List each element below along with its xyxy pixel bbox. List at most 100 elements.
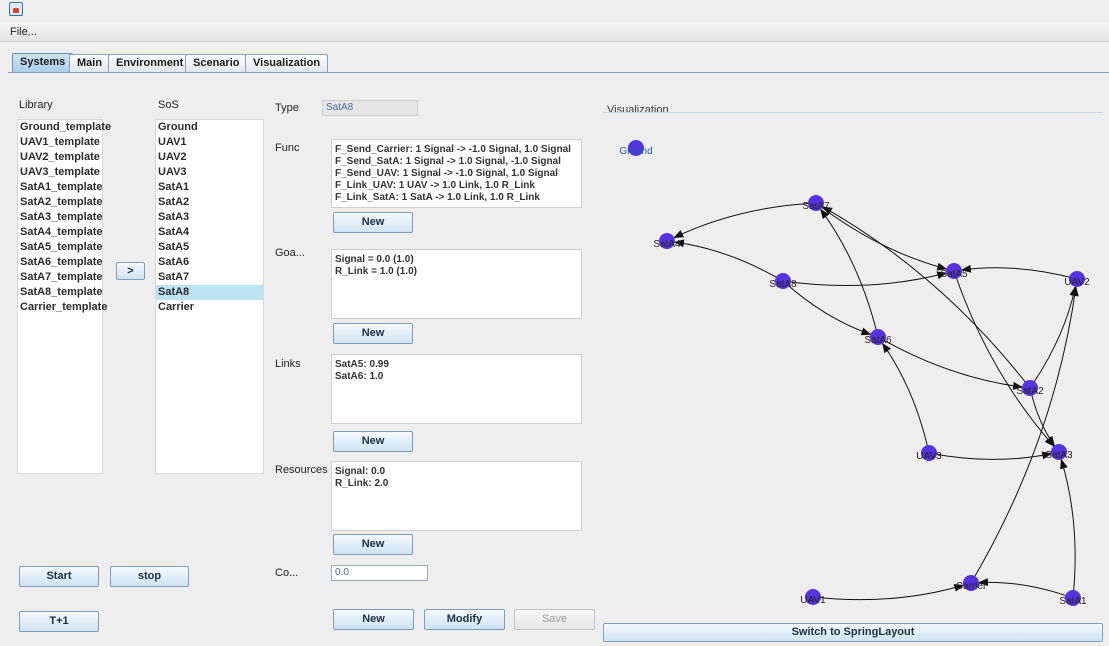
graph-edge bbox=[1029, 285, 1078, 389]
list-item[interactable]: SatA6_template bbox=[18, 255, 103, 270]
graph-edge bbox=[820, 208, 879, 338]
graph-edge bbox=[815, 202, 948, 271]
func-label: Func bbox=[275, 142, 300, 154]
sos-list[interactable]: Ground UAV1 UAV2 UAV3 SatA1 SatA2 SatA3 SatA4 Sa… bbox=[155, 119, 264, 474]
graph-node-label: SatA4 bbox=[653, 239, 681, 250]
list-item[interactable]: UAV3 bbox=[156, 165, 263, 180]
switch-layout-button[interactable]: Switch to SpringLayout bbox=[603, 623, 1103, 642]
resources-textarea[interactable]: Signal: 0.0 R_Link: 2.0 bbox=[331, 461, 582, 531]
graph-node-label: Ground bbox=[619, 146, 652, 157]
type-field: SatA8 bbox=[322, 100, 418, 116]
tab-scenario[interactable]: Scenario bbox=[185, 54, 248, 72]
graph-edge bbox=[1060, 458, 1076, 599]
list-item[interactable]: SatA7 bbox=[156, 270, 263, 285]
func-textarea[interactable]: F_Send_Carrier: 1 Signal -> -1.0 Signal,… bbox=[331, 139, 582, 208]
modify-button[interactable]: Modify bbox=[424, 609, 505, 630]
java-app-icon bbox=[9, 2, 23, 16]
func-new-button[interactable]: New bbox=[333, 212, 413, 233]
text-line: R_Link = 1.0 (1.0) bbox=[335, 266, 417, 277]
list-item[interactable]: SatA1 bbox=[156, 180, 263, 195]
stop-button[interactable]: stop bbox=[110, 566, 189, 587]
graph-edge bbox=[882, 342, 930, 454]
tab-main[interactable]: Main bbox=[69, 54, 111, 72]
list-item[interactable]: SatA1_template bbox=[18, 180, 103, 195]
graph-edge bbox=[960, 264, 1078, 280]
list-item[interactable]: SatA2 bbox=[156, 195, 263, 210]
graph-node-label: SatA5 bbox=[940, 269, 968, 280]
list-item[interactable]: SatA6 bbox=[156, 255, 263, 270]
links-textarea[interactable]: SatA5: 0.99 SatA6: 1.0 bbox=[331, 354, 582, 424]
step-button[interactable]: T+1 bbox=[19, 611, 99, 632]
list-item[interactable]: Carrier bbox=[156, 300, 263, 315]
list-item[interactable]: Ground_template bbox=[18, 120, 111, 135]
graph-edge bbox=[812, 583, 965, 601]
list-item[interactable]: SatA3 bbox=[156, 210, 263, 225]
tab-divider bbox=[8, 72, 1109, 73]
graph-edge bbox=[877, 336, 1024, 390]
graph-node-label: SatA3 bbox=[1045, 450, 1073, 461]
tab-visualization[interactable]: Visualization bbox=[245, 54, 329, 72]
type-label: Type bbox=[275, 102, 299, 114]
list-item[interactable]: SatA4 bbox=[156, 225, 263, 240]
graph-node-label: SatA2 bbox=[1016, 386, 1044, 397]
menu-file[interactable]: File... bbox=[10, 26, 37, 38]
list-item[interactable]: SatA8_template bbox=[18, 285, 103, 300]
resources-new-button[interactable]: New bbox=[333, 534, 413, 555]
graph-node-label: UAV3 bbox=[916, 451, 942, 462]
text-line: SatA6: 1.0 bbox=[335, 371, 384, 382]
save-button: Save bbox=[514, 609, 595, 630]
graph-edge bbox=[970, 285, 1079, 584]
list-item[interactable]: SatA5_template bbox=[18, 240, 103, 255]
add-to-sos-button[interactable]: > bbox=[116, 262, 145, 280]
resources-label: Resources bbox=[275, 464, 328, 476]
graph-node-label: SatA7 bbox=[802, 201, 830, 212]
list-item[interactable]: SatA7_template bbox=[18, 270, 103, 285]
list-item[interactable]: Ground bbox=[156, 120, 263, 135]
list-item[interactable]: UAV1 bbox=[156, 135, 263, 150]
tab-systems[interactable]: Systems bbox=[12, 53, 74, 73]
text-line: R_Link: 2.0 bbox=[335, 478, 389, 489]
graph-edge bbox=[673, 202, 817, 238]
graph-edge bbox=[953, 270, 1055, 447]
list-item[interactable]: UAV3_template bbox=[18, 165, 102, 180]
cost-label: Co... bbox=[275, 567, 299, 579]
sos-label: SoS bbox=[158, 99, 179, 111]
network-graph[interactable]: Ground SatA7 SatA4 SatA8 SatA5 UAV2 SatA6 SatA2… bbox=[603, 113, 1103, 617]
text-line: F_Link_SatA: 1 SatA -> 1.0 Link, 1.0 R_L… bbox=[335, 192, 540, 203]
list-item[interactable]: UAV2 bbox=[156, 150, 263, 165]
links-new-button[interactable]: New bbox=[333, 431, 413, 452]
cost-field[interactable]: 0.0 bbox=[331, 565, 428, 581]
library-list[interactable]: Ground_template UAV1_template UAV2_templat… bbox=[17, 119, 111, 474]
list-item[interactable]: SatA2_template bbox=[18, 195, 103, 210]
links-label: Links bbox=[275, 358, 301, 370]
tab-strip: Systems Main Environment Scenario Visual… bbox=[0, 53, 1109, 73]
new-system-button[interactable]: New bbox=[333, 609, 414, 630]
graph-node-label: UAV2 bbox=[1064, 277, 1090, 288]
text-line: F_Send_Carrier: 1 Signal -> -1.0 Signal,… bbox=[335, 144, 571, 155]
text-line: F_Send_UAV: 1 Signal -> -1.0 Signal, 1.0… bbox=[335, 168, 558, 179]
graph-node-label: SatA6 bbox=[864, 335, 892, 346]
library-label: Library bbox=[19, 99, 53, 111]
start-button[interactable]: Start bbox=[19, 566, 99, 587]
graph-edges bbox=[673, 202, 1079, 601]
graph-node-label: Carrier bbox=[956, 581, 987, 592]
text-line: Signal = 0.0 (1.0) bbox=[335, 254, 414, 265]
list-item[interactable]: SatA3_template bbox=[18, 210, 103, 225]
goals-textarea[interactable]: Signal = 0.0 (1.0) R_Link = 1.0 (1.0) bbox=[331, 249, 582, 319]
text-line: SatA5: 0.99 bbox=[335, 359, 389, 370]
list-item[interactable]: UAV2_template bbox=[18, 150, 102, 165]
goals-label: Goa... bbox=[275, 247, 305, 259]
list-item[interactable]: UAV1_template bbox=[18, 135, 102, 150]
tab-environment[interactable]: Environment bbox=[108, 54, 192, 72]
list-item[interactable]: Carrier_template bbox=[18, 300, 107, 315]
menu-bar: File... bbox=[0, 22, 1109, 42]
graph-node-label: UAV1 bbox=[800, 595, 826, 606]
text-line: F_Link_UAV: 1 UAV -> 1.0 Link, 1.0 R_Lin… bbox=[335, 180, 535, 191]
goals-new-button[interactable]: New bbox=[333, 323, 413, 344]
text-line: F_Send_SatA: 1 Signal -> 1.0 Signal, -1.… bbox=[335, 156, 561, 167]
graph-node-label: SatA1 bbox=[1059, 596, 1087, 607]
list-item[interactable]: SatA8 bbox=[156, 285, 263, 300]
graph-node-label: SatA8 bbox=[769, 279, 797, 290]
list-item[interactable]: SatA5 bbox=[156, 240, 263, 255]
list-item[interactable]: SatA4_template bbox=[18, 225, 103, 240]
